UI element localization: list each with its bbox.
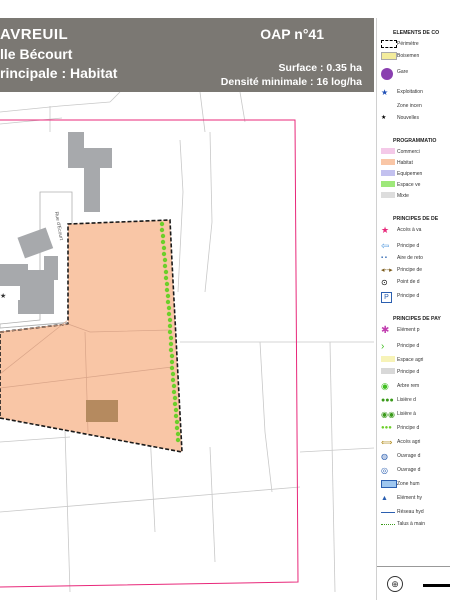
blue-ring-icon: ◎ xyxy=(381,466,388,475)
legend-item-acces: ★ Accès à va xyxy=(381,225,422,235)
legend-item-boisement: Boisemen xyxy=(381,52,450,62)
legend-section-programmation: PROGRAMMATIO xyxy=(393,138,437,144)
blue-rect-icon xyxy=(381,480,397,488)
light-yellow-rect-icon xyxy=(381,356,395,362)
legend-item-element: ✱ Elément p xyxy=(381,325,420,336)
legend-item-habitat: Habitat xyxy=(381,159,450,169)
existing-building xyxy=(86,400,118,422)
light-grey-rect-icon xyxy=(381,368,395,374)
density-value: Densité minimale : 16 log/ha xyxy=(220,76,362,88)
legend-item-principe-desserte: ⇦ Principe d xyxy=(381,241,420,252)
legend-item-zone-humide: Zone hum xyxy=(381,480,450,490)
map-canvas[interactable]: Rue d'Ecourt ★ xyxy=(0,92,374,592)
legend-item-zone: Zone incen xyxy=(381,102,450,112)
small-star-icon: ★ xyxy=(0,292,6,300)
legend-item-arbre: ◉ Arbre rem xyxy=(381,381,420,391)
double-arrow-yellow-icon: ⟺ xyxy=(381,438,393,447)
blue-line-icon xyxy=(381,512,395,513)
green-dots-icon: ●●● xyxy=(381,425,392,431)
legend-item-principe-vert: › Principe d xyxy=(381,341,420,352)
legend-item-gare: Gare xyxy=(381,68,450,80)
double-arrow-icon: ◂--▸ xyxy=(381,267,393,274)
legend-item-acces-agri: ⟺ Accès agri xyxy=(381,438,421,447)
purple-rect-icon xyxy=(381,170,395,176)
blue-arrow-icon: ⇦ xyxy=(381,241,390,252)
double-ring-icon: ◉◉ xyxy=(381,410,395,419)
legend-item-mixte: Mixte xyxy=(381,192,450,202)
train-icon xyxy=(381,68,393,80)
legend-item-element-hydro: ▲ Elément hy xyxy=(381,495,423,502)
star-icon: ★ xyxy=(381,88,389,97)
small-star-icon: ★ xyxy=(381,115,387,121)
blue-circle-icon: ◍ xyxy=(381,452,388,461)
legend-separator xyxy=(377,566,450,567)
flower-icon: ✱ xyxy=(381,325,390,336)
north-arrow-icon: ⊕ xyxy=(387,576,403,592)
chevron-icon: › xyxy=(381,341,385,352)
legend-item-talus: Talus à main xyxy=(381,520,450,530)
map-header: AVREUIL lle Bécourt rincipale : Habitat … xyxy=(0,18,374,92)
map-svg: Rue d'Ecourt ★ xyxy=(0,92,374,592)
vocation-title: rincipale : Habitat xyxy=(0,65,118,81)
legend-item-ouvrage-1: ◍ Ouvrage d xyxy=(381,452,421,461)
legend-item-equipement: Equipemen xyxy=(381,170,450,180)
site-title: lle Bécourt xyxy=(0,46,73,62)
yellow-rect-icon xyxy=(381,52,397,60)
legend-item-parking: P Principe d xyxy=(381,292,450,303)
legend-item-liaison: ◂--▸ Principe de xyxy=(381,267,423,274)
legend-item-lisiere: ●●● Lisière d xyxy=(381,397,416,404)
legend-section-elements: ELEMENTS DE CO xyxy=(393,30,440,36)
legend-item-espace-agri: Espace agri xyxy=(381,356,450,366)
scale-bar xyxy=(423,584,450,587)
grey-rect-icon xyxy=(381,192,395,198)
legend-item-commerce: Commerci xyxy=(381,148,450,158)
tree-row-icon: ●●● xyxy=(381,397,394,404)
dotted-icon: ▪ ▪ xyxy=(381,255,387,261)
green-rect-icon xyxy=(381,181,395,187)
pink-star-icon: ★ xyxy=(381,225,390,235)
commune-title: AVREUIL xyxy=(0,26,69,43)
ring-icon: ◉ xyxy=(381,381,389,391)
pink-rect-icon xyxy=(381,148,395,154)
legend-item-ouvrage-2: ◎ Ouvrage d xyxy=(381,466,421,475)
legend-panel: ELEMENTS DE CO Périmètre Boisemen Gare ★… xyxy=(376,18,450,600)
surface-value: Surface : 0.35 ha xyxy=(278,62,362,74)
legend-item-reseau: Réseau hyd xyxy=(381,508,450,518)
legend-section-desserte: PRINCIPES DE DE xyxy=(393,216,439,222)
legend-item-point: ⊙ Point de d xyxy=(381,278,420,287)
blank-icon xyxy=(381,102,395,111)
legend-item-principe-gris: Principe d xyxy=(381,368,450,378)
legend-item-lisiere-a: ◉◉ Lisière à xyxy=(381,410,416,419)
parking-icon: P xyxy=(381,292,392,303)
legend-item-exploitation: ★ Exploitation xyxy=(381,88,423,97)
orange-rect-icon xyxy=(381,159,395,165)
dashed-rect-icon xyxy=(381,40,397,48)
target-icon: ⊙ xyxy=(381,278,388,287)
legend-section-paysage: PRINCIPES DE PAY xyxy=(393,316,441,322)
dotted-line-icon xyxy=(381,524,395,525)
legend-item-aire: ▪ ▪ Aire de reto xyxy=(381,255,423,261)
legend-item-perimetre: Périmètre xyxy=(381,40,450,50)
blue-triangle-icon: ▲ xyxy=(381,495,388,502)
oap-number: OAP n°41 xyxy=(260,26,324,42)
legend-item-haie: ●●● Principe d xyxy=(381,425,420,431)
legend-item-espace-vert: Espace ve xyxy=(381,181,450,191)
legend-item-nouvelles: ★ Nouvelles xyxy=(381,115,419,121)
